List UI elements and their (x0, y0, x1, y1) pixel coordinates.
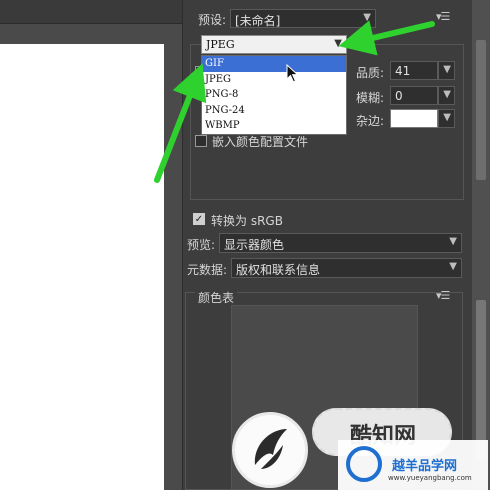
quality-dropdown-button[interactable]: ▼ (438, 61, 455, 80)
format-option-wbmp[interactable]: WBMP (202, 118, 346, 134)
embed-profile-label: 嵌入颜色配置文件 (212, 135, 309, 149)
quality-field[interactable]: 41 (390, 61, 438, 80)
scrollbar-thumb-lower[interactable] (476, 300, 486, 460)
blur-field[interactable]: 0 (390, 86, 438, 105)
image-preview (0, 44, 164, 490)
metadata-label: 元数据: (187, 263, 228, 277)
color-table-menu-icon[interactable]: ▾☰ (436, 289, 450, 302)
quality-label: 品质: (356, 66, 385, 80)
matte-color-swatch[interactable] (390, 109, 438, 128)
blur-dropdown-button[interactable]: ▼ (438, 86, 455, 105)
preset-select[interactable]: [未命名] ▼ (230, 9, 376, 28)
matte-dropdown-button[interactable]: ▼ (438, 109, 455, 128)
preset-value: [未命名] (235, 14, 281, 28)
chevron-down-icon: ▼ (449, 261, 457, 272)
color-table-label: 颜色表 (195, 289, 238, 306)
mouse-cursor-icon (286, 64, 299, 83)
chevron-down-icon: ▼ (449, 236, 457, 247)
format-option-gif[interactable]: GIF (202, 56, 346, 72)
metadata-value: 版权和联系信息 (236, 263, 321, 277)
embed-profile-checkbox[interactable] (195, 135, 207, 147)
convert-srgb-checkbox[interactable] (193, 213, 205, 225)
metadata-select[interactable]: 版权和联系信息 ▼ (231, 258, 462, 278)
format-select[interactable]: JPEG ▼ (201, 35, 347, 54)
site-logo-mark-icon (346, 446, 382, 482)
matte-label: 杂边: (356, 114, 385, 128)
watermark-site-name: 越羊品学网 (392, 459, 458, 474)
format-dropdown-list: GIF JPEG PNG-8 PNG-24 WBMP (201, 55, 347, 135)
convert-srgb-label: 转换为 sRGB (211, 214, 283, 228)
panel-menu-icon[interactable]: ▾☰ (436, 10, 450, 23)
chevron-down-icon: ▼ (363, 12, 371, 23)
watermark-site-url: www.yueyangbang.com (388, 474, 472, 482)
preset-label: 预设: (198, 13, 227, 27)
chevron-down-icon: ▼ (334, 38, 342, 49)
watermark-circle-logo (232, 412, 308, 488)
format-option-png8[interactable]: PNG-8 (202, 87, 346, 103)
scrollbar-thumb[interactable] (476, 40, 486, 180)
preview-label: 预览: (187, 238, 216, 252)
canvas-header (0, 0, 182, 24)
blur-label: 模糊: (356, 91, 385, 105)
preview-select[interactable]: 显示器颜色 ▼ (219, 233, 462, 253)
chevron-down-icon: ▼ (443, 112, 451, 123)
format-option-jpeg[interactable]: JPEG (202, 72, 346, 88)
format-option-png24[interactable]: PNG-24 (202, 103, 346, 119)
preview-value: 显示器颜色 (224, 238, 285, 252)
format-current-value: JPEG (206, 38, 235, 51)
chevron-down-icon: ▼ (443, 64, 451, 75)
chevron-down-icon: ▼ (443, 89, 451, 100)
leaf-logo-icon (254, 429, 287, 469)
